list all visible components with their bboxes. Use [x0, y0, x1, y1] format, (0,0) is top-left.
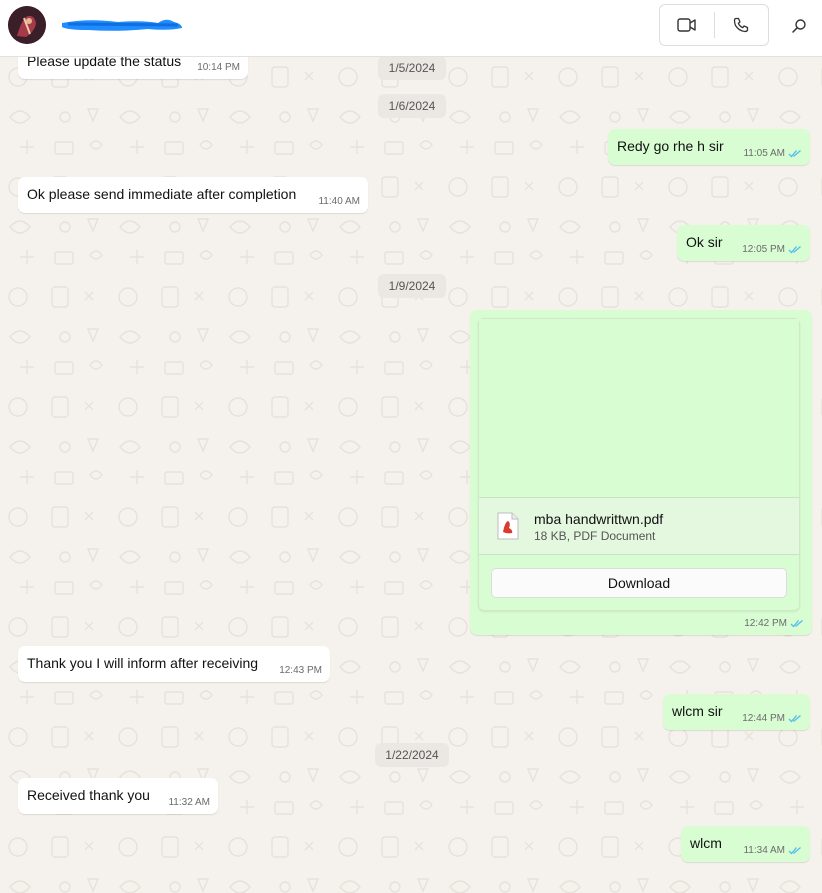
message-outgoing[interactable]: Redy go rhe h sir 11:05 AM	[608, 129, 810, 165]
message-outgoing[interactable]: Ok sir 12:05 PM	[677, 225, 810, 261]
document-meta: 18 KB, PDF Document	[534, 529, 656, 543]
document-name: mba handwrittwn.pdf	[534, 511, 664, 527]
read-receipt-icon	[788, 847, 801, 855]
contact-avatar[interactable]	[8, 6, 46, 44]
read-receipt-icon	[788, 150, 801, 158]
message-text: Ok sir	[686, 234, 723, 250]
message-incoming[interactable]: Thank you I will inform after receiving …	[18, 646, 330, 682]
pdf-file-icon	[497, 512, 519, 540]
message-text: Redy go rhe h sir	[617, 138, 724, 154]
message-outgoing[interactable]: wlcm sir 12:44 PM	[663, 694, 810, 730]
message-text: Thank you I will inform after receiving	[27, 655, 259, 671]
message-time: 11:40 AM	[318, 196, 360, 207]
video-call-icon	[677, 18, 696, 32]
message-time: 12:44 PM	[742, 713, 802, 724]
message-time: 11:32 AM	[168, 797, 210, 808]
message-incoming[interactable]: Ok please send immediate after completio…	[18, 177, 368, 213]
read-receipt-icon	[790, 620, 803, 628]
message-text: wlcm	[690, 835, 722, 851]
video-call-button[interactable]	[660, 5, 714, 45]
message-list[interactable]: Please update the status 10:14 PM 1/5/20…	[0, 57, 822, 893]
date-divider: 1/5/2024	[378, 57, 446, 80]
call-buttons-group	[659, 4, 769, 46]
message-text: Received thank you	[27, 787, 150, 803]
chat-header	[0, 0, 822, 57]
message-time: 12:05 PM	[742, 244, 802, 255]
voice-call-button[interactable]	[714, 5, 768, 45]
read-receipt-icon	[788, 715, 801, 723]
message-incoming[interactable]: Received thank you 11:32 AM	[18, 778, 218, 814]
contact-name-redacted[interactable]	[58, 14, 186, 36]
message-time: 11:34 AM	[743, 845, 802, 856]
message-outgoing-document[interactable]: mba handwrittwn.pdf 18 KB, PDF Document …	[470, 310, 812, 635]
download-button[interactable]: Download	[491, 568, 787, 598]
voice-call-icon	[734, 17, 749, 33]
message-text: wlcm sir	[672, 703, 723, 719]
message-time: 11:05 AM	[743, 148, 802, 159]
document-card[interactable]: mba handwrittwn.pdf 18 KB, PDF Document …	[478, 318, 800, 611]
search-button[interactable]	[785, 12, 813, 40]
search-icon	[792, 19, 806, 33]
document-info[interactable]: mba handwrittwn.pdf 18 KB, PDF Document	[479, 498, 799, 555]
date-divider: 1/22/2024	[375, 743, 449, 767]
message-outgoing[interactable]: wlcm 11:34 AM	[681, 826, 810, 862]
message-incoming[interactable]: Please update the status 10:14 PM	[18, 57, 248, 79]
date-divider: 1/9/2024	[378, 274, 446, 298]
document-preview[interactable]	[479, 319, 799, 498]
message-text: Please update the status	[27, 57, 182, 69]
read-receipt-icon	[788, 246, 801, 254]
message-time: 10:14 PM	[197, 62, 240, 73]
message-time: 12:43 PM	[279, 665, 322, 676]
message-time: 12:42 PM	[744, 618, 804, 629]
message-text: Ok please send immediate after completio…	[27, 186, 297, 202]
date-divider: 1/6/2024	[378, 94, 446, 118]
